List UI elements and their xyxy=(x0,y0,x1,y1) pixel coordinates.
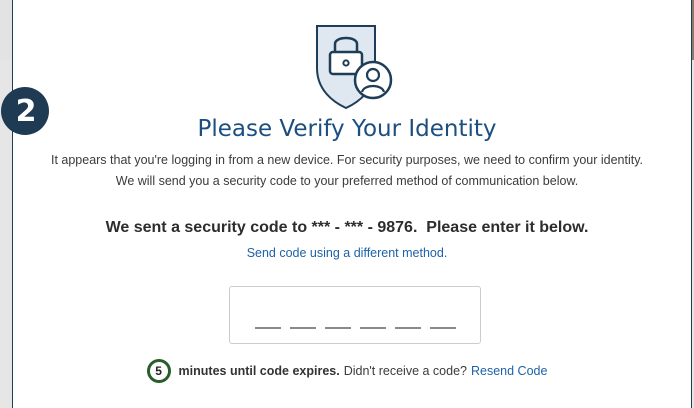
description-line-2: We will send you a security code to your… xyxy=(115,174,579,188)
code-digit-slot xyxy=(324,327,351,329)
code-sent-message: We sent a security code to *** - *** - 9… xyxy=(105,219,589,236)
code-digit-slot xyxy=(254,327,281,329)
code-digit-slot xyxy=(394,327,421,329)
code-digit-slot xyxy=(289,327,316,329)
resend-code-link[interactable]: Resend Code xyxy=(471,364,547,378)
shield-lock-user-icon xyxy=(303,20,399,112)
expiry-text: minutes until code expires. xyxy=(178,364,340,378)
code-digit-slot xyxy=(359,327,386,329)
code-expiry-row: 5 minutes until code expires. Didn't rec… xyxy=(0,359,694,383)
step-number-badge: 2 xyxy=(1,87,49,135)
countdown-timer-icon: 5 xyxy=(146,359,171,383)
code-digit-slot xyxy=(429,327,456,329)
security-code-input[interactable] xyxy=(229,286,481,344)
no-code-question: Didn't receive a code? xyxy=(343,364,467,378)
page-title: Please Verify Your Identity xyxy=(197,116,497,142)
send-different-method-link[interactable]: Send code using a different method. xyxy=(0,246,694,260)
description-line-1: It appears that you're logging in from a… xyxy=(50,153,644,167)
